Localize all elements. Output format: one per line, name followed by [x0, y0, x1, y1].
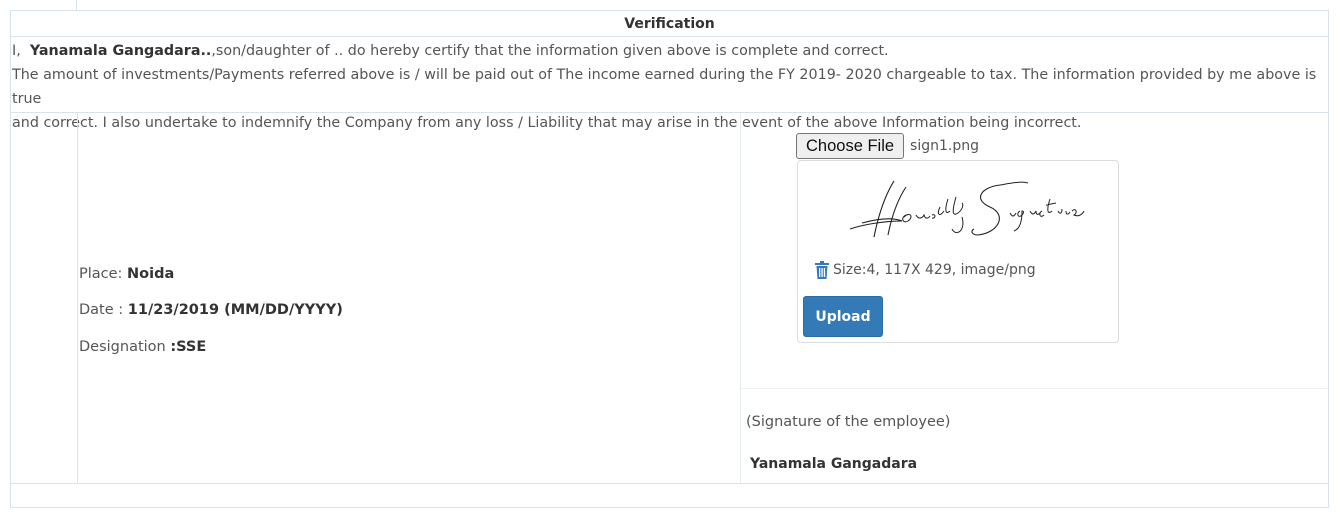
file-info-text: Size:4, 117X 429, image/png: [833, 262, 1036, 278]
file-input[interactable]: Choose File sign1.png: [796, 133, 979, 159]
top-divider-stub: [76, 0, 77, 10]
place-value: Noida: [127, 266, 175, 282]
date-row: Date : 11/23/2019 (MM/DD/YYYY): [79, 302, 343, 318]
declaration-text: I, Yanamala Gangadara..,son/daughter of …: [11, 37, 1328, 131]
upload-button[interactable]: Upload: [803, 296, 883, 337]
choose-file-button[interactable]: Choose File: [796, 133, 905, 159]
employee-name-inline: Yanamala Gangadara..: [29, 43, 212, 59]
signature-employee-name: Yanamala Gangadara: [750, 456, 918, 472]
designation-value: :SSE: [170, 339, 207, 355]
signature-image: [849, 180, 1085, 238]
column-divider-left: [77, 113, 78, 483]
trash-icon[interactable]: [814, 261, 830, 279]
declaration-line-2: The amount of investments/Payments refer…: [12, 67, 1317, 107]
selected-file-name: sign1.png: [910, 138, 979, 154]
designation-row: Designation :SSE: [79, 339, 207, 355]
file-info-row: Size:4, 117X 429, image/png: [814, 261, 1036, 279]
signature-uploader: Choose File sign1.png Size:4, 117X 429, …: [741, 113, 1327, 389]
place-row: Place: Noida: [79, 266, 175, 282]
signature-section: Place: Noida Date : 11/23/2019 (MM/DD/YY…: [11, 113, 1328, 484]
verification-title: Verification: [11, 11, 1328, 37]
declaration-line-1: I, Yanamala Gangadara..,son/daughter of …: [12, 43, 889, 59]
date-value: 11/23/2019 (MM/DD/YYYY): [127, 302, 343, 318]
verification-table: Verification I, Yanamala Gangadara..,son…: [10, 10, 1329, 508]
signature-caption: (Signature of the employee): [746, 414, 951, 430]
signature-preview-card: Size:4, 117X 429, image/png Upload: [797, 160, 1119, 343]
